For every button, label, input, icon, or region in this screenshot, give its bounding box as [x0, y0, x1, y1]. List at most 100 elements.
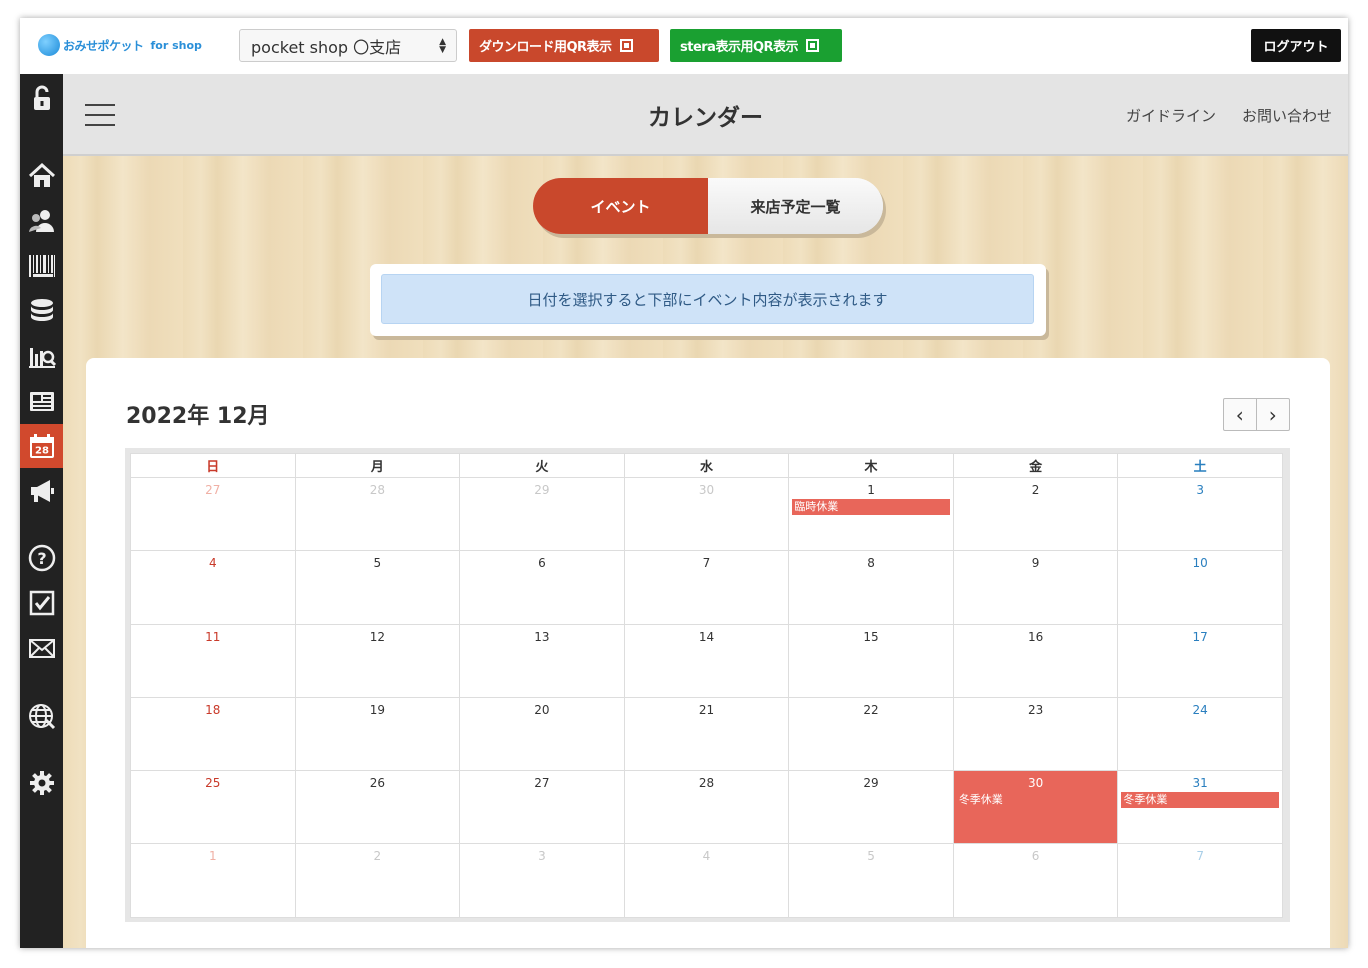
calendar-day[interactable]: 4 — [130, 550, 296, 625]
calendar-day[interactable]: 30 冬季休業 — [952, 770, 1119, 845]
calendar-day[interactable]: 2 — [294, 843, 461, 918]
news-icon — [29, 392, 54, 411]
calendar-day[interactable]: 12 — [294, 623, 461, 698]
calendar-day[interactable]: 18 — [130, 696, 296, 772]
calendar-icon: 28 — [29, 434, 54, 458]
calendar-day[interactable]: 3 — [459, 843, 625, 918]
calendar-day[interactable]: 6 — [952, 843, 1119, 918]
logo[interactable]: おみせポケット for shop — [38, 34, 202, 56]
sidebar-item-home[interactable] — [20, 154, 63, 198]
calendar-day[interactable]: 25 — [130, 770, 296, 845]
calendar-week: 25 26 27 28 29 30 冬季休業 31 冬季休業 — [130, 770, 1283, 845]
calendar-day[interactable]: 7 — [1117, 843, 1283, 918]
calendar-day[interactable]: 14 — [623, 623, 790, 698]
calendar-day[interactable]: 27 — [130, 476, 296, 552]
calendar-table: 日 月 火 水 木 金 土 27 28 29 30 1 臨時休業 2 3 4 5 6 7 8 9 10 11 1… — [130, 453, 1283, 918]
calendar-week: 4 5 6 7 8 9 10 — [130, 550, 1283, 625]
calendar-day[interactable]: 15 — [788, 623, 954, 698]
barcode-icon — [28, 255, 55, 277]
weekday-sun: 日 — [130, 453, 296, 478]
event-label[interactable]: 冬季休業 — [1121, 792, 1279, 809]
calendar-day[interactable]: 17 — [1117, 623, 1283, 698]
guideline-link[interactable]: ガイドライン — [1126, 105, 1216, 126]
day-number: 13 — [534, 629, 550, 644]
calendar-day[interactable]: 31 冬季休業 — [1117, 770, 1283, 845]
sidebar-item-users[interactable] — [20, 199, 63, 243]
day-number: 27 — [534, 776, 550, 791]
calendar-day[interactable]: 8 — [788, 550, 954, 625]
day-number: 26 — [369, 776, 385, 791]
sidebar-item-settings[interactable] — [20, 761, 63, 805]
calendar-day[interactable]: 27 — [459, 770, 625, 845]
globe-icon — [28, 704, 55, 730]
download-qr-button[interactable]: ダウンロード用QR表示 — [469, 29, 659, 62]
sidebar-item-analytics[interactable] — [20, 334, 63, 378]
calendar-day[interactable]: 26 — [294, 770, 461, 845]
analytics-icon — [28, 348, 56, 368]
page-header: カレンダー ガイドライン お問い合わせ — [63, 74, 1348, 156]
calendar-day[interactable]: 19 — [294, 696, 461, 772]
tab-event[interactable]: イベント — [533, 178, 708, 234]
notice-message: 日付を選択すると下部にイベント内容が表示されます — [381, 274, 1034, 324]
day-number: 29 — [863, 776, 879, 791]
weekday-sat: 土 — [1117, 453, 1283, 478]
calendar-week: 18 19 20 21 22 23 24 — [130, 696, 1283, 772]
day-number: 4 — [702, 849, 711, 864]
day-number: 9 — [1031, 556, 1040, 571]
next-month-button[interactable]: › — [1257, 399, 1290, 430]
weekday-mon: 月 — [294, 453, 461, 478]
calendar-day[interactable]: 10 — [1117, 550, 1283, 625]
users-icon — [28, 210, 54, 232]
calendar-day[interactable]: 11 — [130, 623, 296, 698]
calendar-day[interactable]: 22 — [788, 696, 954, 772]
calendar-day[interactable]: 6 — [459, 550, 625, 625]
day-number: 23 — [1027, 702, 1044, 717]
calendar-day[interactable]: 21 — [623, 696, 790, 772]
sidebar: 28 ? — [20, 74, 63, 948]
day-number: 27 — [205, 483, 221, 497]
tab-visit-list[interactable]: 来店予定一覧 — [708, 178, 883, 234]
calendar-day[interactable]: 5 — [294, 550, 461, 625]
sidebar-item-globe[interactable] — [20, 694, 63, 738]
calendar-day[interactable]: 5 — [788, 843, 954, 918]
prev-month-button[interactable]: ‹ — [1224, 399, 1257, 430]
calendar-day[interactable]: 13 — [459, 623, 625, 698]
sidebar-item-help[interactable]: ? — [20, 536, 63, 580]
calendar-day[interactable]: 28 — [623, 770, 790, 845]
calendar-day[interactable]: 7 — [623, 550, 790, 625]
calendar-day[interactable]: 16 — [952, 623, 1119, 698]
contact-link[interactable]: お問い合わせ — [1242, 105, 1332, 126]
gear-icon — [29, 771, 54, 795]
event-label[interactable]: 臨時休業 — [792, 499, 950, 515]
calendar-day[interactable]: 1 臨時休業 — [788, 476, 954, 552]
calendar-day[interactable]: 29 — [788, 770, 954, 845]
day-number: 2 — [373, 849, 382, 864]
day-number: 25 — [205, 776, 221, 791]
sidebar-item-news[interactable] — [20, 379, 63, 423]
calendar-day[interactable]: 23 — [952, 696, 1119, 772]
calendar-day[interactable]: 2 — [952, 476, 1119, 552]
calendar-day[interactable]: 4 — [623, 843, 790, 918]
calendar-day[interactable]: 24 — [1117, 696, 1283, 772]
calendar-day[interactable]: 29 — [459, 476, 625, 552]
sidebar-item-calendar[interactable]: 28 — [20, 424, 63, 468]
logout-button[interactable]: ログアウト — [1251, 29, 1341, 62]
calendar-day[interactable]: 9 — [952, 550, 1119, 625]
calendar-day[interactable]: 30 — [623, 476, 790, 552]
sidebar-item-unlock[interactable] — [20, 76, 63, 120]
sidebar-item-barcode[interactable] — [20, 244, 63, 288]
shop-select[interactable]: pocket shop 〇支店 ▲ ▼ — [239, 29, 457, 62]
event-label[interactable]: 冬季休業 — [957, 792, 1115, 808]
sidebar-item-checklist[interactable] — [20, 581, 63, 625]
app-window: おみせポケット for shop pocket shop 〇支店 ▲ ▼ ダウンロ… — [20, 18, 1348, 948]
calendar-day[interactable]: 1 — [130, 843, 296, 918]
calendar-day[interactable]: 3 — [1117, 476, 1283, 552]
sidebar-item-database[interactable] — [20, 289, 63, 333]
stera-qr-button[interactable]: stera表示用QR表示 — [670, 29, 842, 62]
sidebar-item-megaphone[interactable] — [20, 469, 63, 513]
calendar-day[interactable]: 28 — [294, 476, 461, 552]
sidebar-item-mail[interactable] — [20, 626, 63, 670]
mail-icon — [28, 639, 55, 658]
calendar-day[interactable]: 20 — [459, 696, 625, 772]
qr-icon — [806, 39, 820, 52]
